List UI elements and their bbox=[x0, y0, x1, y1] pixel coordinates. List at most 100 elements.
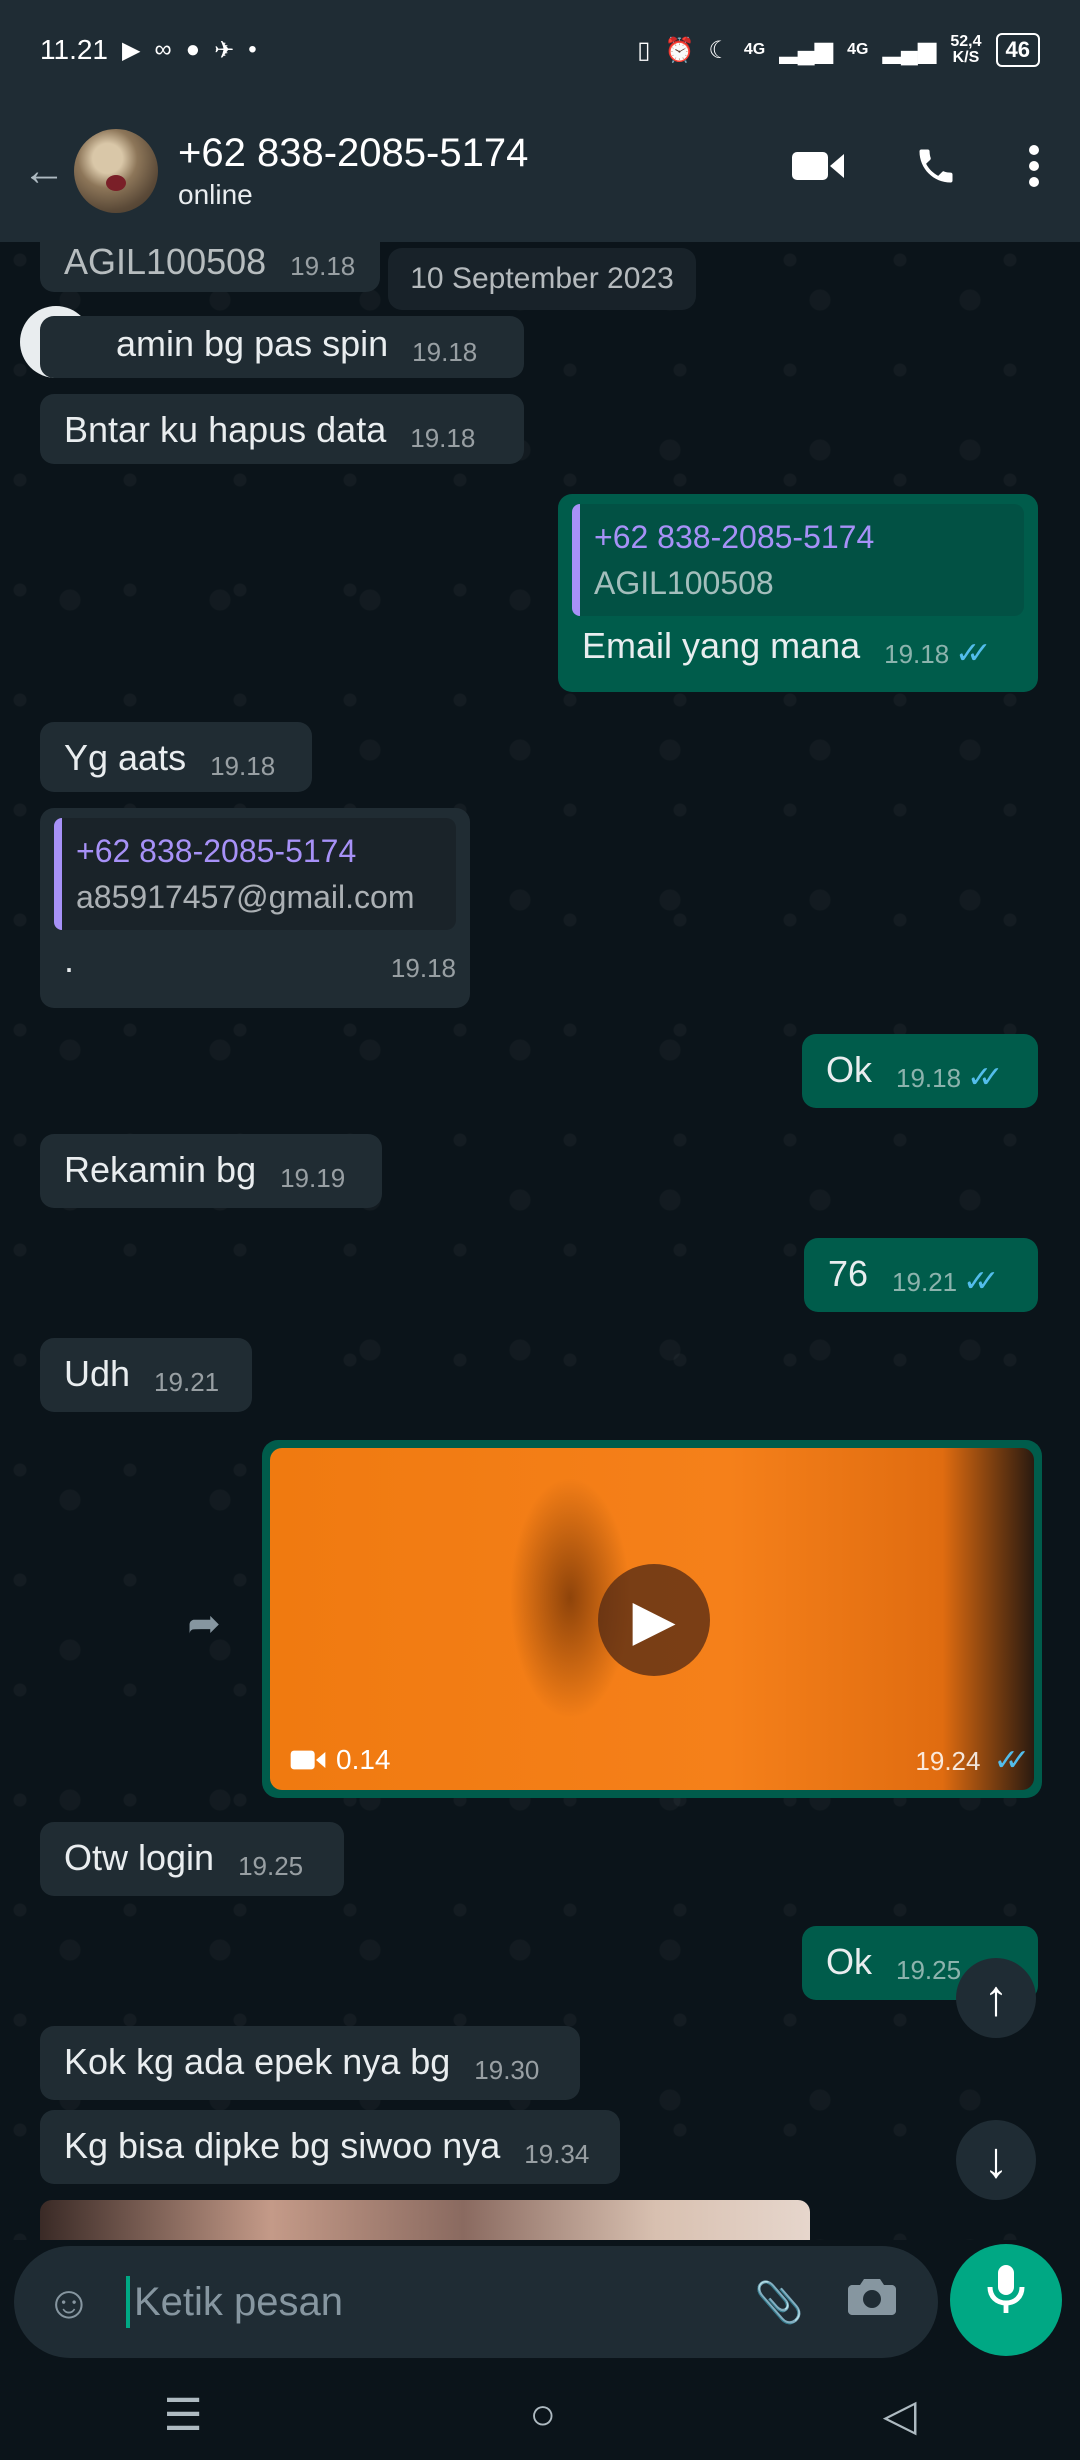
network-speed: 52,4 K/S bbox=[950, 33, 982, 66]
moon-icon: ☾ bbox=[708, 36, 730, 64]
voice-call-button[interactable] bbox=[914, 144, 958, 198]
message-text: Udh bbox=[64, 1353, 131, 1394]
forward-arrow-icon: ➦ bbox=[187, 1602, 221, 1646]
attach-button[interactable]: 📎 bbox=[754, 2279, 804, 2326]
message-time: 19.18 bbox=[412, 337, 478, 367]
quote-author: +62 838-2085-5174 bbox=[76, 833, 357, 869]
message-bubble[interactable]: Rekamin bg 19.19 bbox=[40, 1134, 382, 1208]
message-text: Bntar ku hapus data bbox=[64, 409, 387, 450]
message-time: 19.18 bbox=[290, 251, 356, 281]
phone-icon bbox=[919, 149, 953, 183]
message-bubble[interactable]: Ok 19.18 ✓✓ bbox=[802, 1034, 1038, 1108]
contact-status: online bbox=[178, 179, 253, 210]
camera-button[interactable] bbox=[848, 2277, 896, 2327]
signal-icon: ▂▄▆ bbox=[779, 36, 834, 64]
message-time: 19.30 bbox=[474, 2055, 540, 2085]
message-time: 19.18 bbox=[884, 639, 950, 669]
double-check-icon: ✓✓ bbox=[955, 637, 991, 670]
message-bubble[interactable]: +62 838-2085-5174 AGIL100508 Email yang … bbox=[558, 494, 1038, 692]
message-bubble[interactable]: Yg aats 19.18 bbox=[40, 722, 312, 792]
video-camera-icon bbox=[290, 1750, 326, 1770]
double-check-icon: ✓✓ bbox=[993, 1744, 1030, 1777]
message-bubble[interactable]: Udh 19.21 bbox=[40, 1338, 252, 1412]
recent-apps-button[interactable]: ☰ bbox=[163, 2390, 202, 2441]
dot-icon: • bbox=[248, 36, 257, 63]
video-call-button[interactable] bbox=[792, 148, 844, 194]
link-icon: ∞ bbox=[154, 36, 172, 63]
network-type-1: 4G bbox=[743, 41, 766, 58]
video-camera-icon bbox=[792, 152, 844, 180]
play-button[interactable]: ▶ bbox=[598, 1564, 710, 1676]
contact-info[interactable]: +62 838-2085-5174 online bbox=[178, 129, 792, 213]
forward-button[interactable]: ➦ bbox=[168, 1588, 240, 1660]
battery-indicator: 46 bbox=[995, 33, 1040, 67]
message-bubble[interactable]: +62 838-2085-5174 a85917457@gmail.com . … bbox=[40, 808, 470, 1008]
message-text: Kg bisa dipke bg siwoo nya bbox=[64, 2125, 501, 2166]
message-time: 19.18 bbox=[210, 751, 276, 781]
scroll-up-button[interactable]: ↑ bbox=[956, 1958, 1036, 2038]
message-time: 19.24 bbox=[915, 1746, 981, 1776]
quote-text: a85917457@gmail.com bbox=[76, 879, 415, 915]
paperclip-icon: 📎 bbox=[754, 2280, 804, 2325]
camera-icon bbox=[848, 2279, 896, 2315]
message-text: Otw login bbox=[64, 1837, 215, 1878]
kebab-menu-icon bbox=[1029, 145, 1039, 187]
video-duration: 0.14 bbox=[290, 1744, 391, 1776]
bird-icon: ✈ bbox=[214, 36, 235, 64]
scroll-down-button[interactable]: ↓ bbox=[956, 2120, 1036, 2200]
quote-author: +62 838-2085-5174 bbox=[594, 519, 875, 555]
voice-record-button[interactable] bbox=[950, 2244, 1062, 2356]
clock: 11.21 bbox=[40, 34, 108, 65]
emoji-icon: ☺ bbox=[45, 2276, 93, 2328]
circle-icon: ○ bbox=[529, 2390, 557, 2439]
video-thumbnail[interactable]: ▶ 0.14 19.24 ✓✓ bbox=[270, 1448, 1034, 1790]
signal-icon: ▂▄▆ bbox=[882, 36, 937, 64]
quoted-message[interactable]: +62 838-2085-5174 AGIL100508 bbox=[572, 504, 1024, 616]
message-bubble[interactable]: Kok kg ada epek nya bg 19.30 bbox=[40, 2026, 580, 2100]
message-text: Email yang mana bbox=[582, 625, 861, 666]
message-time: 19.18 bbox=[390, 953, 456, 983]
network-type-2: 4G bbox=[847, 41, 869, 58]
message-text: Kok kg ada epek nya bg bbox=[64, 2041, 451, 2082]
date-chip: 10 September 2023 bbox=[388, 248, 696, 310]
message-text: Rekamin bg bbox=[64, 1149, 257, 1190]
arrow-up-icon: ↑ bbox=[983, 1970, 1009, 2026]
video-time: 19.24 ✓✓ bbox=[915, 1743, 1030, 1778]
avatar[interactable] bbox=[74, 129, 158, 213]
message-input[interactable] bbox=[132, 2278, 733, 2326]
video-message[interactable]: ▶ 0.14 19.24 ✓✓ bbox=[262, 1440, 1042, 1798]
message-bubble[interactable]: Kg bisa dipke bg siwoo nya 19.34 bbox=[40, 2110, 620, 2184]
message-text: 76 bbox=[828, 1253, 869, 1294]
arrow-left-icon: ← bbox=[22, 146, 66, 195]
message-time: 19.21 bbox=[154, 1367, 220, 1397]
message-bubble[interactable]: amin bg pas spin 19.18 bbox=[40, 316, 524, 378]
message-time: 19.18 bbox=[410, 423, 476, 453]
menu-lines-icon: ☰ bbox=[163, 2390, 203, 2440]
message-time: 19.25 bbox=[896, 1955, 962, 1985]
message-text: Ok bbox=[826, 1941, 873, 1982]
quoted-message[interactable]: +62 838-2085-5174 a85917457@gmail.com bbox=[54, 818, 456, 930]
message-text: amin bg pas spin bbox=[116, 323, 389, 364]
triangle-back-icon: ◁ bbox=[882, 2390, 917, 2440]
message-bubble[interactable]: Otw login 19.25 bbox=[40, 1822, 344, 1896]
system-nav-bar: ☰ ○ ◁ bbox=[0, 2370, 1080, 2460]
vibrate-icon: ▯ bbox=[637, 36, 651, 64]
back-button[interactable]: ← bbox=[14, 146, 74, 196]
chat-bubble-icon: ● bbox=[185, 36, 201, 63]
more-options-button[interactable] bbox=[1028, 144, 1040, 198]
message-bubble[interactable]: 76 19.21 ✓✓ bbox=[804, 1238, 1038, 1312]
play-icon: ▶ bbox=[632, 1588, 676, 1651]
emoji-button[interactable]: ☺ bbox=[34, 2275, 104, 2329]
back-nav-button[interactable]: ◁ bbox=[883, 2390, 917, 2441]
message-bubble[interactable]: AGIL100508 19.18 bbox=[40, 240, 380, 292]
message-bubble[interactable]: Bntar ku hapus data 19.18 bbox=[40, 394, 524, 464]
media-message-partial[interactable] bbox=[40, 2200, 810, 2240]
message-text: . bbox=[64, 939, 75, 980]
status-bar: 11.21 ▶ ∞ ● ✈ • ▯ ⏰ ☾ 4G ▂▄▆ 4G ▂▄▆ 52,4… bbox=[0, 0, 1080, 100]
message-time: 19.18 bbox=[896, 1063, 962, 1093]
chat-header: ← +62 838-2085-5174 online bbox=[0, 100, 1080, 242]
alarm-icon: ⏰ bbox=[664, 36, 695, 64]
double-check-icon: ✓✓ bbox=[963, 1265, 999, 1298]
home-button[interactable]: ○ bbox=[530, 2390, 557, 2440]
contact-name: +62 838-2085-5174 bbox=[178, 131, 529, 175]
